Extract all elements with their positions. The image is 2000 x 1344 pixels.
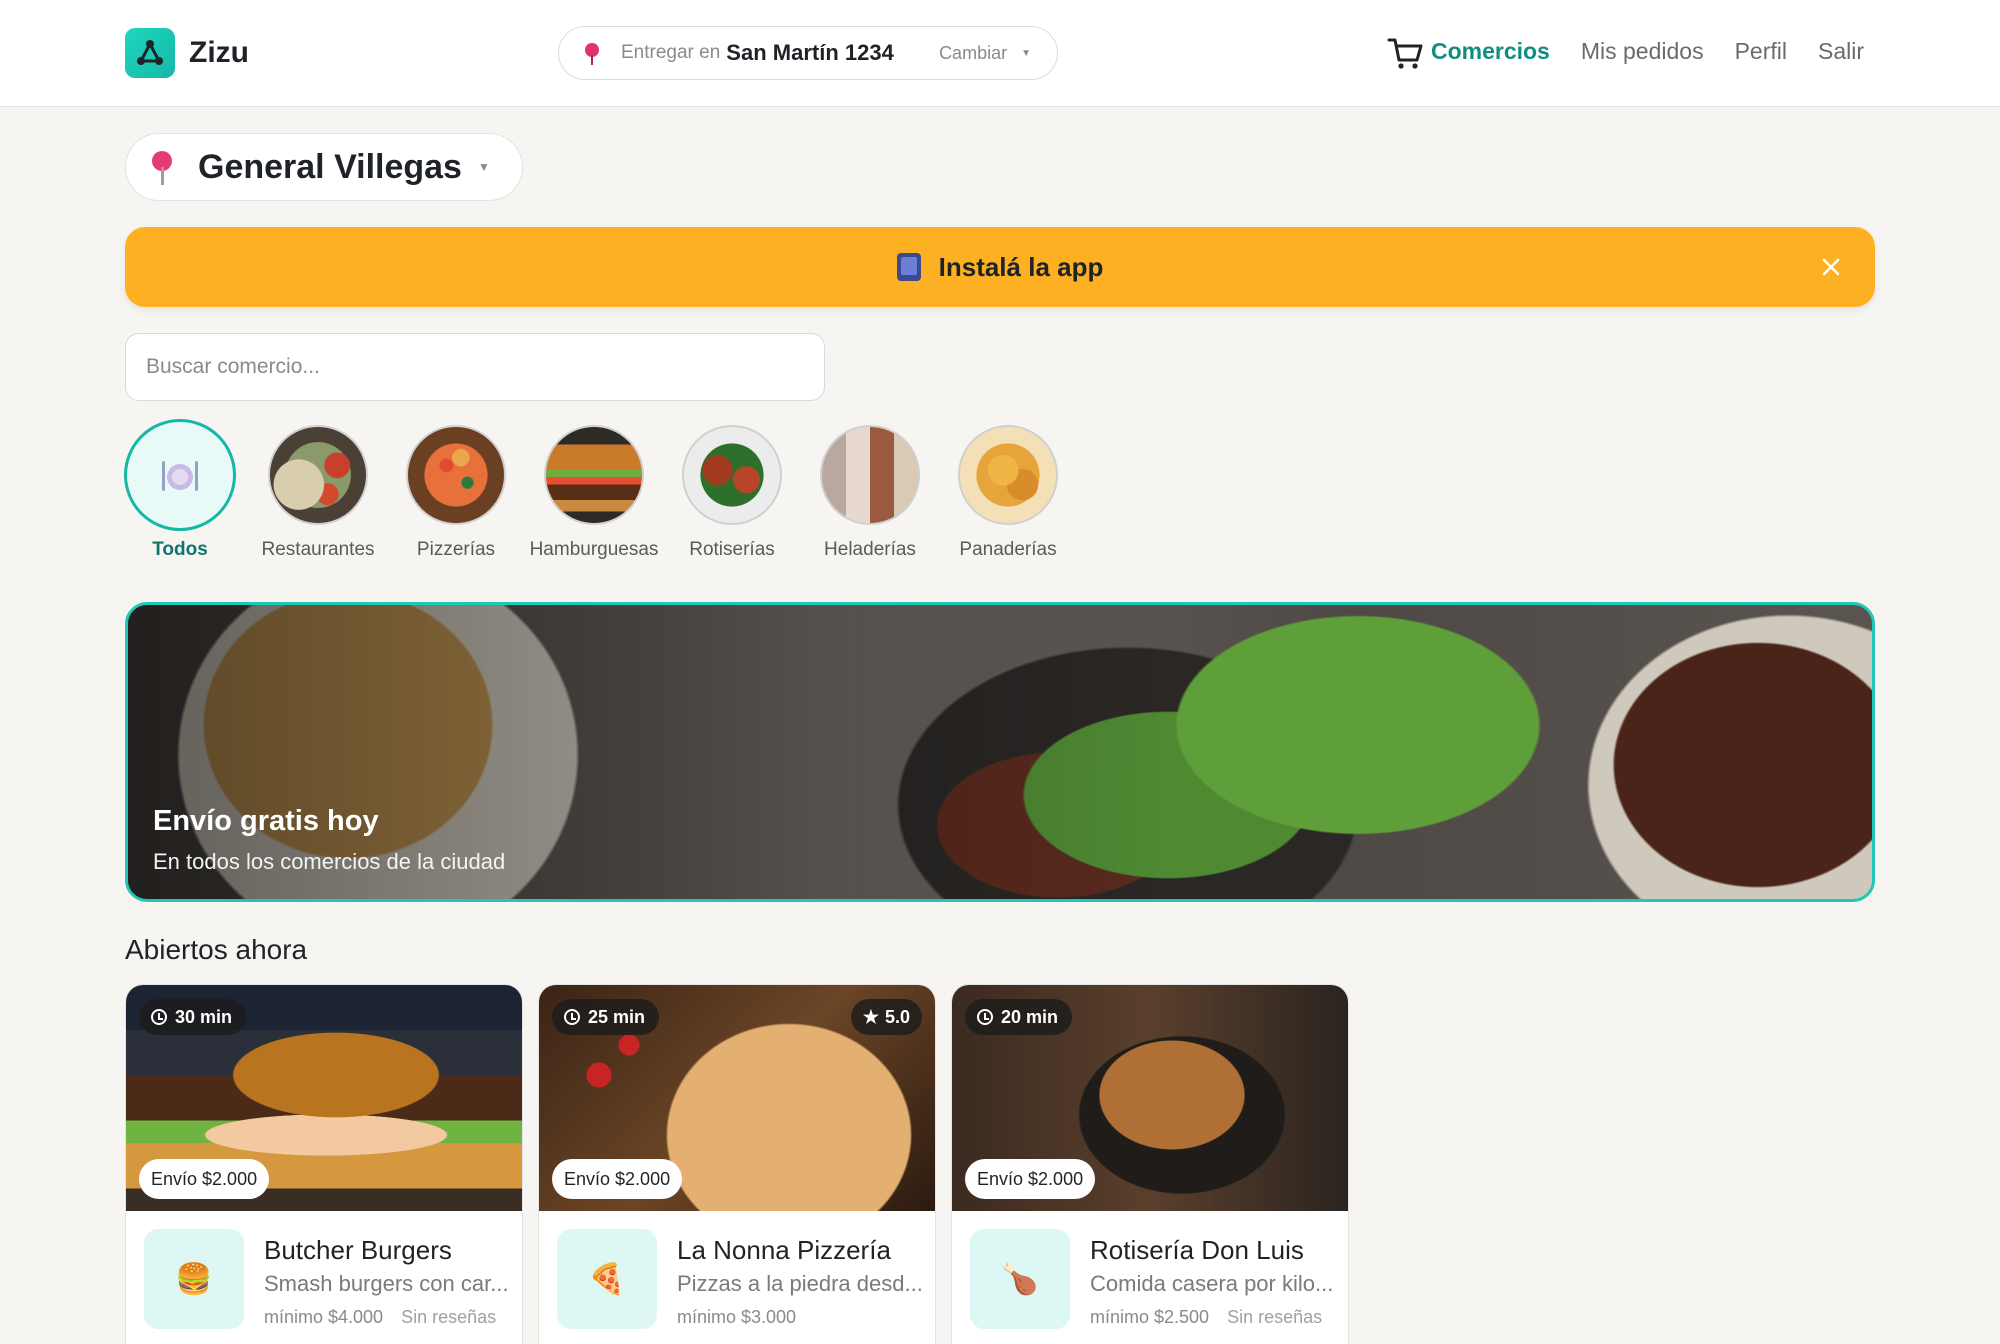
clock-icon [977,1009,993,1025]
category-image [268,425,368,525]
category-label: Panaderías [959,539,1057,560]
category-label: Todos [152,539,208,560]
delivery-fee-badge: Envío $2.000 [552,1159,683,1199]
chevron-down-icon: ▼ [1021,47,1031,59]
store-description: Comida casera por kilo... [1090,1271,1334,1296]
clock-icon [151,1009,167,1025]
main-nav: Comercios Mis pedidos Perfil Salir [1431,38,1864,65]
delivery-time: 20 min [1001,1006,1059,1027]
app-name: Zizu [189,36,249,69]
store-name: La Nonna Pizzería [677,1235,891,1265]
store-card[interactable]: 20 min Envío $2.000 🍗 Rotisería Don Luis… [951,984,1349,1344]
minimum-order: mínimo $4.000 [264,1307,384,1327]
nav-mis-pedidos[interactable]: Mis pedidos [1581,38,1704,65]
promo-title: Envío gratis hoy [153,805,379,837]
delivery-time: 30 min [175,1006,233,1027]
category-todos[interactable]: Todos [124,419,236,561]
search-input[interactable] [125,333,825,401]
store-meta: mínimo $3.000 [677,1307,796,1328]
chevron-down-icon: ▼ [477,160,490,174]
clock-icon [564,1009,580,1025]
store-info: 🍕 La Nonna Pizzería Pizzas a la piedra d… [539,1211,935,1344]
rating-badge: ★ 5.0 [850,999,922,1035]
rating-value: 5.0 [884,1006,910,1027]
phone-icon [896,253,921,281]
category-image [544,425,644,525]
minimum-order: mínimo $3.000 [677,1307,797,1327]
store-card[interactable]: 30 min Envío $2.000 🍔 Butcher Burgers Sm… [125,984,523,1344]
store-image: 20 min Envío $2.000 [952,985,1348,1211]
reviews-status: Sin reseñas [401,1307,497,1327]
category-restaurantes[interactable]: Restaurantes [262,425,375,561]
reviews-status: Sin reseñas [1227,1307,1323,1327]
logo-icon [125,28,175,78]
delivery-time-badge: 20 min [965,999,1073,1035]
category-image [820,425,920,525]
promo-subtitle: En todos los comercios de la ciudad [153,849,506,874]
install-app-text: Instalá la app [938,251,1104,282]
minimum-order: mínimo $2.500 [1090,1307,1210,1327]
cart-icon[interactable] [1386,34,1424,72]
pizza-icon: 🍕 [557,1229,657,1329]
logo[interactable]: Zizu [125,28,249,78]
store-meta: mínimo $4.000 Sin reseñas [264,1307,496,1328]
category-image [958,425,1058,525]
store-image: 30 min Envío $2.000 [126,985,522,1211]
store-name: Rotisería Don Luis [1090,1235,1304,1265]
nav-perfil[interactable]: Perfil [1735,38,1787,65]
category-label: Pizzerías [416,539,496,560]
store-name: Butcher Burgers [264,1235,452,1265]
delivery-time-badge: 25 min [552,999,660,1035]
category-image [406,425,506,525]
burger-icon: 🍔 [144,1229,244,1329]
category-hamburguesas[interactable]: Hamburguesas [530,425,658,561]
city-name: General Villegas [198,147,462,186]
delivery-time: 25 min [588,1006,646,1027]
category-image [682,425,782,525]
install-app-banner[interactable]: Instalá la app [125,227,1875,307]
category-label: Heladerías [824,539,916,560]
store-meta: mínimo $2.500 Sin reseñas [1090,1307,1322,1328]
address-value: San Martín 1234 [726,40,894,65]
store-card[interactable]: 25 min ★ 5.0 Envío $2.000 🍕 La Nonna Piz… [538,984,936,1344]
top-navigation-bar: Zizu Entregar en San Martín 1234 Cambiar… [0,0,2000,107]
store-image: 25 min ★ 5.0 Envío $2.000 [539,985,935,1211]
close-icon[interactable] [1817,253,1845,281]
address-prefix: Entregar en [621,42,721,63]
category-pizzerias[interactable]: Pizzerías [406,425,506,561]
category-label: Rotiserías [689,539,775,560]
category-filter: Todos Restaurantes Pizzerías Hamburguesa… [124,419,1058,561]
city-selector[interactable]: General Villegas ▼ [125,133,523,201]
delivery-fee-badge: Envío $2.000 [965,1159,1096,1199]
category-rotiserias[interactable]: Rotiserías [682,425,782,561]
category-heladerias[interactable]: Heladerías [820,425,920,561]
category-panaderias[interactable]: Panaderías [958,425,1058,561]
poultry-leg-icon: 🍗 [970,1229,1070,1329]
location-pin-icon [585,43,599,65]
delivery-time-badge: 30 min [139,999,247,1035]
delivery-address-selector[interactable]: Entregar en San Martín 1234 Cambiar ▼ [558,26,1058,80]
store-description: Pizzas a la piedra desd... [677,1271,923,1296]
category-label: Restaurantes [261,539,375,560]
change-address-button[interactable]: Cambiar [939,43,1007,64]
store-info: 🍗 Rotisería Don Luis Comida casera por k… [952,1211,1348,1344]
star-icon: ★ [862,1006,879,1027]
store-description: Smash burgers con car... [264,1271,509,1296]
category-label: Hamburguesas [529,539,659,560]
delivery-fee-badge: Envío $2.000 [139,1159,270,1199]
section-title: Abiertos ahora [125,934,308,965]
pushpin-icon [152,151,172,185]
nav-comercios[interactable]: Comercios [1431,38,1550,65]
nav-salir[interactable]: Salir [1818,38,1864,65]
store-list: 30 min Envío $2.000 🍔 Butcher Burgers Sm… [125,984,1349,1344]
plate-cutlery-icon [124,419,236,531]
promo-banner[interactable]: Envío gratis hoy En todos los comercios … [125,602,1875,902]
store-info: 🍔 Butcher Burgers Smash burgers con car.… [126,1211,522,1344]
